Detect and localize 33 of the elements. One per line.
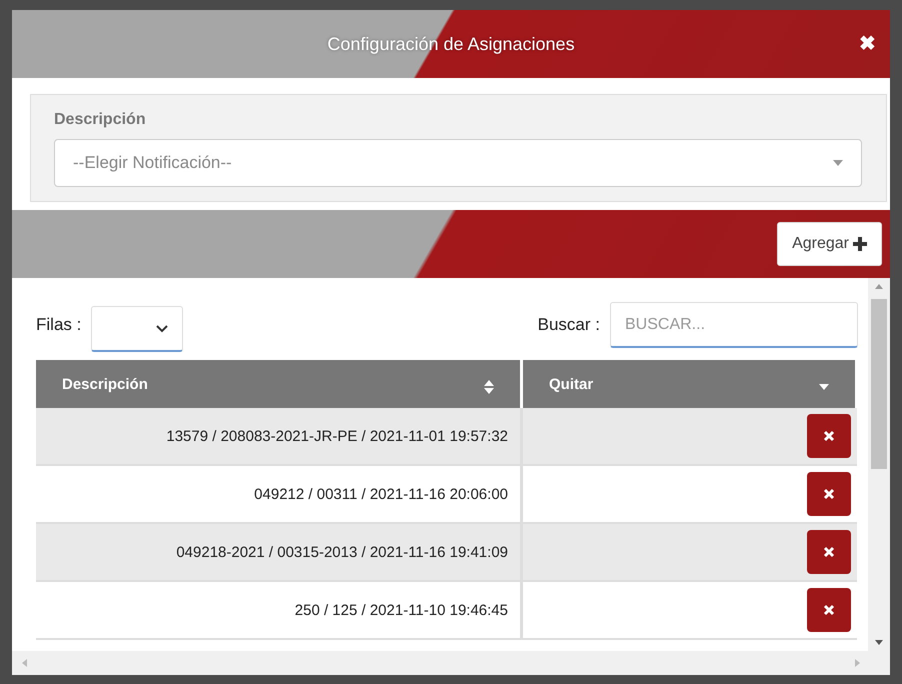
- close-icon: [822, 430, 834, 442]
- chevron-icon: [156, 324, 168, 332]
- close-icon: [822, 546, 834, 558]
- remove-button[interactable]: [806, 588, 850, 632]
- table-cell: 250 / 125 / 2021-11-10 19:46:45: [36, 581, 522, 639]
- remove-button[interactable]: [806, 472, 850, 516]
- search-label: Buscar :: [538, 315, 600, 335]
- scroll-down-icon[interactable]: [875, 640, 883, 645]
- rows-label: Filas :: [36, 315, 82, 335]
- table-cell: 049212 / 00311 / 2021-11-16 20:06:00: [36, 465, 522, 523]
- rows-select[interactable]: [91, 306, 184, 352]
- close-icon: [822, 488, 834, 500]
- close-button[interactable]: ✖: [853, 30, 882, 57]
- caret-icon: [833, 160, 843, 166]
- plus-icon: [853, 237, 867, 251]
- vertical-scrollbar[interactable]: [868, 278, 890, 651]
- column-header[interactable]: Quitar: [522, 360, 856, 408]
- scroll-left-icon[interactable]: [22, 659, 27, 667]
- notification-select[interactable]: --Elegir Notificación--: [54, 139, 862, 187]
- remove-button[interactable]: [806, 414, 850, 458]
- add-button[interactable]: Agregar: [777, 222, 882, 266]
- table-cell: 049218-2021 / 00315-2013 / 2021-11-16 19:41:09: [36, 523, 522, 581]
- scroll-up-icon[interactable]: [875, 284, 883, 289]
- sort-desc-icon: [819, 384, 829, 390]
- sort-icon: [484, 380, 494, 394]
- horizontal-scrollbar[interactable]: [12, 651, 890, 675]
- field-label: Descripción: [54, 111, 147, 129]
- close-icon: [822, 604, 834, 616]
- scroll-right-icon[interactable]: [855, 659, 860, 667]
- search-field[interactable]: BUSCAR...: [610, 302, 858, 348]
- column-header[interactable]: Descripción: [36, 360, 522, 408]
- remove-button[interactable]: [806, 530, 850, 574]
- table-cell: 13579 / 208083-2021-JR-PE / 2021-11-01 19:57:32: [36, 408, 522, 465]
